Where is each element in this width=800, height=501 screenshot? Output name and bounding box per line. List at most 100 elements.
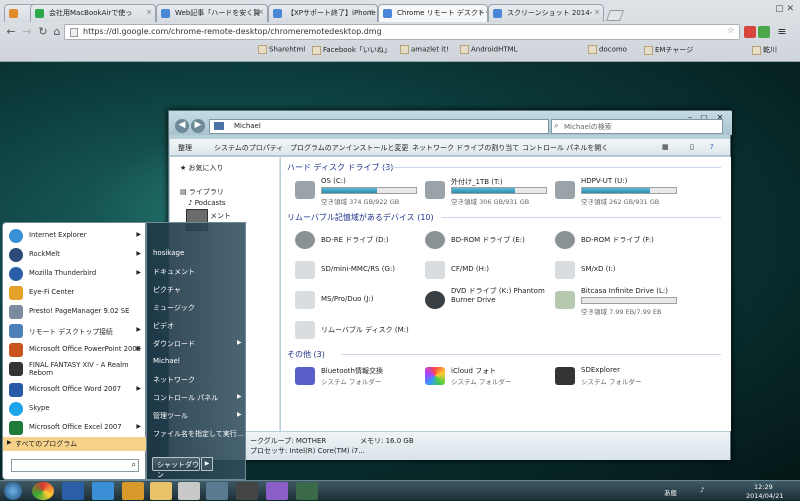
place-videos[interactable]: ビデオ	[153, 321, 174, 331]
drive-item[interactable]: リムーバブル ディスク (M:)	[295, 317, 445, 347]
favorites-item[interactable]: ★ お気に入り	[180, 163, 224, 173]
place-downloads[interactable]: ダウンロード ▶	[153, 339, 242, 349]
organize-button[interactable]: 整理	[178, 143, 192, 153]
tab-3[interactable]: 【XPサポート終了】iPhone ×	[268, 4, 378, 22]
drive-item[interactable]: BD-ROM ドライブ (E:)	[425, 227, 575, 257]
place-control-panel[interactable]: コントロール パネル ▶	[153, 393, 242, 403]
drive-item[interactable]: BD-RE ドライブ (D:)	[295, 227, 445, 257]
drive-item[interactable]: MS/Pro/Duo (J:)	[295, 287, 445, 317]
system-properties-button[interactable]: システムのプロパティ	[214, 143, 283, 153]
place-user[interactable]: hosikage	[153, 249, 184, 257]
app-icon[interactable]	[296, 482, 318, 500]
place-run[interactable]: ファイル名を指定して実行...	[153, 429, 243, 439]
ime-indicator[interactable]: あ般	[664, 487, 677, 497]
media-player-icon[interactable]	[122, 482, 144, 500]
place-admin-tools[interactable]: 管理ツール ▶	[153, 411, 242, 421]
program-item[interactable]: Eye-Fi Center	[7, 284, 143, 302]
explorer-icon[interactable]	[206, 482, 228, 500]
place-pictures[interactable]: ピクチャ	[153, 285, 181, 295]
thunderbird-icon[interactable]	[62, 482, 84, 500]
internet-explorer-icon[interactable]	[92, 482, 114, 500]
tab-5[interactable]: スクリーンショット 2014- ×	[488, 4, 604, 22]
home-icon[interactable]: ⌂	[50, 25, 64, 39]
bookmark[interactable]: amazlet it!	[400, 45, 449, 57]
place-documents[interactable]: ドキュメント	[153, 267, 195, 277]
program-item[interactable]: FINAL FANTASY XIV - A Realm Reborn	[7, 360, 143, 382]
program-item[interactable]: Mozilla Thunderbird ▶	[7, 265, 143, 283]
back-arrow-icon[interactable]: ◀	[175, 119, 189, 133]
star-icon[interactable]: ☆	[727, 26, 735, 36]
folder-item[interactable]: iCloud フォト システム フォルダー	[425, 363, 575, 393]
drive-item[interactable]: Bitcasa Infinite Drive (L:) 空き領域 7.99 EB…	[555, 287, 705, 317]
close-icon[interactable]: ×	[478, 8, 484, 16]
drive-item[interactable]: SD/mini-MMC/RS (G:)	[295, 257, 445, 287]
view-options-icon[interactable]: ▦	[662, 143, 669, 151]
start-orb-icon[interactable]	[4, 482, 22, 500]
podcasts-item[interactable]: ♪ Podcasts	[188, 199, 226, 207]
shutdown-button[interactable]: シャットダウン	[152, 457, 200, 479]
folder-item[interactable]: Bluetooth情報交換 システム フォルダー	[295, 363, 445, 393]
bookmark[interactable]: 乾川	[752, 45, 777, 57]
drive-item[interactable]: BD-ROM ドライブ (F:)	[555, 227, 705, 257]
tab-1[interactable]: 会社用MacBookAirで使っ ×	[30, 4, 156, 22]
map-network-drive-button[interactable]: ネットワーク ドライブの割り当て	[412, 143, 519, 153]
folder-icon[interactable]	[150, 482, 172, 500]
extension-icon[interactable]	[744, 26, 756, 38]
app-icon[interactable]	[178, 482, 200, 500]
uninstall-program-button[interactable]: プログラムのアンインストールと変更	[290, 143, 408, 153]
clock-date[interactable]: 2014/04/21	[746, 492, 783, 500]
chrome-icon[interactable]	[32, 482, 54, 500]
drive-item[interactable]: SM/xD (I:)	[555, 257, 705, 287]
forward-arrow-icon[interactable]: →	[20, 25, 34, 39]
group-header-removable[interactable]: リムーバブル記憶域があるデバイス (10)	[287, 212, 434, 223]
libraries-item[interactable]: ▤ ライブラリ	[180, 187, 224, 197]
place-music[interactable]: ミュージック	[153, 303, 195, 313]
back-arrow-icon[interactable]: ←	[4, 25, 18, 39]
folder-item[interactable]: SDExplorer システム フォルダー	[555, 363, 705, 393]
app-icon[interactable]	[236, 482, 258, 500]
address-bar[interactable]: Michael	[209, 119, 549, 134]
documents-item[interactable]: メント	[210, 211, 231, 221]
start-search-input[interactable]: ⌕	[11, 459, 139, 472]
open-control-panel-button[interactable]: コントロール パネルを開く	[522, 143, 608, 153]
shutdown-options-button[interactable]: ▶	[201, 457, 213, 471]
new-tab-button[interactable]	[605, 10, 625, 21]
preview-pane-icon[interactable]: ▯	[690, 143, 694, 151]
drive-item[interactable]: CF/MD (H:)	[425, 257, 575, 287]
drive-item[interactable]: OS (C:) 空き領域 374 GB/922 GB	[295, 177, 445, 207]
extension-icon[interactable]	[758, 26, 770, 38]
volume-icon[interactable]: ♪	[700, 486, 704, 494]
bookmark[interactable]: AndroidHTML	[460, 45, 518, 57]
program-item[interactable]: Microsoft Office PowerPoint 2003 ▶	[7, 341, 143, 359]
drive-item[interactable]: DVD ドライブ (K:) Phantom Burner Drive	[425, 287, 575, 317]
bookmark[interactable]: docomo	[588, 45, 627, 57]
drive-hint[interactable]: ve (L:)	[244, 325, 266, 333]
program-item[interactable]: Presto! PageManager 9.02 SE	[7, 303, 143, 321]
close-icon[interactable]: ×	[368, 8, 374, 16]
program-item[interactable]: Microsoft Office Word 2007 ▶	[7, 381, 143, 399]
program-item[interactable]: RockMelt ▶	[7, 246, 143, 264]
search-input[interactable]: ⌕ Michaelの検索	[551, 119, 723, 134]
place-network[interactable]: ネットワーク	[153, 375, 195, 385]
close-icon[interactable]: ×	[146, 8, 152, 16]
bookmark[interactable]: EMチャージ	[644, 45, 693, 57]
reload-icon[interactable]: ↻	[36, 25, 50, 39]
omnibox[interactable]: https://dl.google.com/chrome-remote-desk…	[64, 24, 740, 40]
program-item[interactable]: Microsoft Office Excel 2007 ▶	[7, 419, 143, 437]
drive-item[interactable]: HDPV-UT (U:) 空き領域 262 GB/931 GB	[555, 177, 705, 207]
bookmark[interactable]: Sharehtml	[258, 45, 305, 57]
close-icon[interactable]: ×	[258, 8, 264, 16]
app-icon[interactable]	[266, 482, 288, 500]
program-item[interactable]: リモート デスクトップ接続 ▶	[7, 322, 143, 340]
help-icon[interactable]: ?	[710, 143, 714, 151]
forward-arrow-icon[interactable]: ▶	[191, 119, 205, 133]
group-header-other[interactable]: その他 (3)	[287, 349, 325, 360]
place-computer[interactable]: Michael	[153, 357, 180, 365]
menu-icon[interactable]: ≡	[776, 26, 788, 38]
tab-4-active[interactable]: Chrome リモート デスクトッ ×	[378, 4, 488, 22]
clock-time[interactable]: 12:29	[754, 483, 773, 491]
tab-2[interactable]: Web記事「ハードを安く賢 ×	[156, 4, 268, 22]
program-item[interactable]: Internet Explorer ▶	[7, 227, 143, 245]
group-header-hdd[interactable]: ハード ディスク ドライブ (3)	[287, 162, 393, 173]
close-icon[interactable]: ×	[594, 8, 600, 16]
